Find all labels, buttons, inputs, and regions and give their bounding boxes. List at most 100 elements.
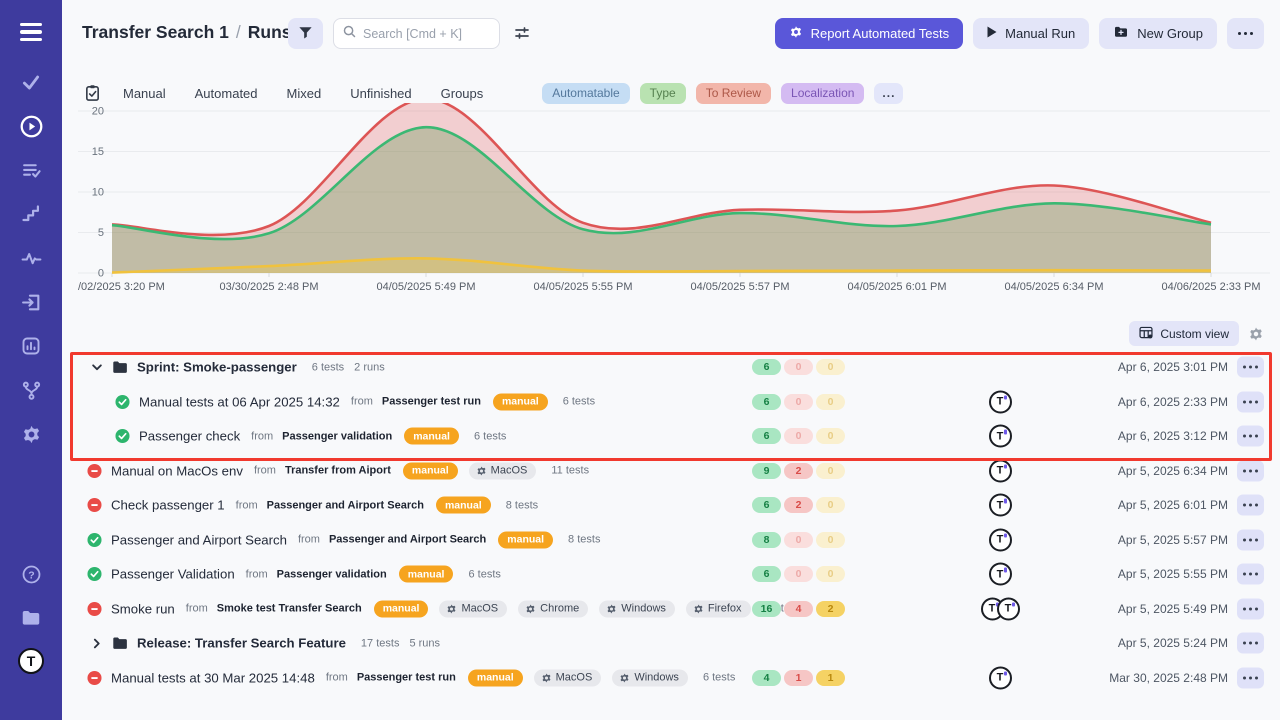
status-passed-icon xyxy=(115,394,130,409)
activity-pulse-icon[interactable] xyxy=(16,244,46,272)
row-menu-button[interactable] xyxy=(1237,426,1264,447)
count-pill-red: 2 xyxy=(784,497,813,513)
run-row[interactable]: Manual on MacOs envfromTransfer from Aip… xyxy=(62,454,1280,489)
group-row[interactable]: Sprint: Smoke-passenger6 tests2 runs600A… xyxy=(62,350,1280,385)
run-title[interactable]: Manual on MacOs env xyxy=(111,463,243,478)
run-row[interactable]: Passenger ValidationfromPassenger valida… xyxy=(62,557,1280,592)
from-label: from xyxy=(246,568,268,580)
run-row[interactable]: Manual tests at 30 Mar 2025 14:48fromPas… xyxy=(62,661,1280,696)
sidebar: ? T xyxy=(0,0,62,720)
run-title[interactable]: Manual tests at 30 Mar 2025 14:48 xyxy=(111,670,315,685)
row-menu-button[interactable] xyxy=(1237,667,1264,688)
row-menu-button[interactable] xyxy=(1237,391,1264,412)
integrations-branch-icon[interactable] xyxy=(16,376,46,404)
chip-automatable[interactable]: Automatable xyxy=(542,83,629,104)
runs-play-icon[interactable] xyxy=(16,112,46,140)
user-avatar[interactable]: T xyxy=(18,648,44,674)
chip-localization[interactable]: Localization xyxy=(781,83,864,104)
search-box[interactable] xyxy=(333,18,500,49)
row-menu-button[interactable] xyxy=(1237,598,1264,619)
tests-count: 6 tests xyxy=(474,430,506,442)
ellipsis-icon xyxy=(1238,32,1253,35)
platform-chip-macos: MacOS xyxy=(534,669,602,686)
run-date: Apr 5, 2025 6:01 PM xyxy=(1118,498,1228,512)
tab-mixed[interactable]: Mixed xyxy=(287,86,322,101)
run-date: Apr 6, 2025 2:33 PM xyxy=(1118,395,1228,409)
chevron-down-icon[interactable] xyxy=(91,361,103,373)
analytics-icon[interactable] xyxy=(16,332,46,360)
filter-button[interactable] xyxy=(288,18,323,49)
breadcrumb-project: Transfer Search 1 xyxy=(82,22,229,42)
settings-gear-icon[interactable] xyxy=(16,420,46,448)
manual-badge: manual xyxy=(403,462,458,479)
count-pill-yellow: 1 xyxy=(816,670,845,686)
count-pill-green: 16 xyxy=(752,601,781,617)
menu-icon[interactable] xyxy=(16,18,46,46)
header-actions: Report Automated Tests Manual Run New Gr… xyxy=(775,18,1264,49)
search-settings-button[interactable] xyxy=(511,23,533,45)
tests-count: 6 tests xyxy=(563,396,595,408)
manual-run-button[interactable]: Manual Run xyxy=(973,18,1089,49)
row-menu-button[interactable] xyxy=(1237,460,1264,481)
tab-groups[interactable]: Groups xyxy=(441,86,484,101)
assignee-avatars: TT xyxy=(977,597,1023,620)
tab-manual[interactable]: Manual xyxy=(123,86,166,101)
report-automated-tests-button[interactable]: Report Automated Tests xyxy=(775,18,964,49)
run-title[interactable]: Manual tests at 06 Apr 2025 14:32 xyxy=(139,394,340,409)
ellipsis-icon xyxy=(1243,366,1258,369)
folder-icon xyxy=(112,636,128,651)
assignee-avatar: T xyxy=(989,459,1012,482)
count-pill-yellow: 2 xyxy=(816,601,845,617)
documents-folder-icon[interactable] xyxy=(16,604,46,632)
custom-view-button[interactable]: Custom view xyxy=(1129,321,1239,346)
manual-badge: manual xyxy=(404,428,459,445)
test-cases-check-icon[interactable] xyxy=(16,68,46,96)
run-source: Passenger test run xyxy=(357,672,456,684)
run-title[interactable]: Smoke run xyxy=(111,601,175,616)
platform-chip-windows: Windows xyxy=(599,600,675,617)
row-menu-button[interactable] xyxy=(1237,357,1264,378)
help-icon[interactable]: ? xyxy=(16,560,46,588)
view-settings-gear-icon[interactable] xyxy=(1248,326,1264,342)
tab-unfinished[interactable]: Unfinished xyxy=(350,86,411,101)
defects-list-check-icon[interactable] xyxy=(16,156,46,184)
milestones-steps-icon[interactable] xyxy=(16,200,46,228)
run-title[interactable]: Check passenger 1 xyxy=(111,498,225,513)
result-counts: 1642 xyxy=(752,601,845,617)
status-failed-icon xyxy=(87,670,102,685)
count-pill-yellow: 0 xyxy=(816,463,845,479)
run-row[interactable]: Passenger and Airport SearchfromPassenge… xyxy=(62,523,1280,558)
search-icon xyxy=(343,25,356,43)
run-row[interactable]: Passenger checkfromPassenger validationm… xyxy=(62,419,1280,454)
runs-list: Sprint: Smoke-passenger6 tests2 runs600A… xyxy=(62,350,1280,695)
search-input[interactable] xyxy=(363,27,490,41)
run-title[interactable]: Passenger Validation xyxy=(111,567,235,582)
assignee-avatars: T xyxy=(977,390,1023,413)
assignee-avatar: T xyxy=(989,528,1012,551)
chip-to-review[interactable]: To Review xyxy=(696,83,771,104)
ellipsis-icon xyxy=(1243,573,1258,576)
more-actions-button[interactable] xyxy=(1227,18,1264,49)
import-icon[interactable] xyxy=(16,288,46,316)
group-row[interactable]: Release: Transfer Search Feature17 tests… xyxy=(62,626,1280,661)
chevron-right-icon[interactable] xyxy=(91,637,103,649)
run-title[interactable]: Passenger check xyxy=(139,429,240,444)
chips-more-button[interactable]: ... xyxy=(874,83,903,104)
x-axis-label: 04/05/2025 5:49 PM xyxy=(376,281,475,293)
svg-text:10: 10 xyxy=(92,187,104,199)
run-row[interactable]: Check passenger 1fromPassenger and Airpo… xyxy=(62,488,1280,523)
row-menu-button[interactable] xyxy=(1237,529,1264,550)
app-window: ? T Transfer Search 1/Runs Report Automa… xyxy=(0,0,1280,720)
row-menu-button[interactable] xyxy=(1237,633,1264,654)
new-group-button[interactable]: New Group xyxy=(1099,18,1217,49)
assignee-avatars: T xyxy=(977,563,1023,586)
play-icon xyxy=(987,26,997,41)
group-title: Sprint: Smoke-passenger xyxy=(137,360,297,375)
run-row[interactable]: Manual tests at 06 Apr 2025 14:32fromPas… xyxy=(62,385,1280,420)
row-menu-button[interactable] xyxy=(1237,564,1264,585)
chip-type[interactable]: Type xyxy=(640,83,686,104)
tab-automated[interactable]: Automated xyxy=(195,86,258,101)
run-row[interactable]: Smoke runfromSmoke test Transfer Searchm… xyxy=(62,592,1280,627)
run-title[interactable]: Passenger and Airport Search xyxy=(111,532,287,547)
row-menu-button[interactable] xyxy=(1237,495,1264,516)
